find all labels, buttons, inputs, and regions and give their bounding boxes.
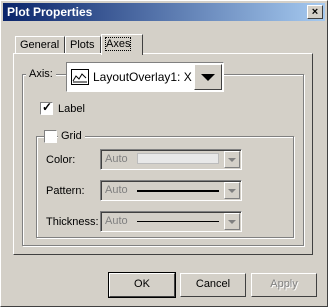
tab-general[interactable]: General	[15, 36, 65, 54]
cancel-button[interactable]: Cancel	[180, 273, 246, 297]
check-icon: ✓	[42, 100, 53, 114]
color-swatch	[137, 153, 219, 164]
grid-color-value: Auto	[105, 153, 128, 165]
axis-select[interactable]: LayoutOverlay1: X	[66, 62, 224, 92]
grid-color-dropdown[interactable]	[224, 151, 240, 168]
grid-thickness-select[interactable]: Auto	[100, 211, 242, 232]
tab-plots-label: Plots	[70, 39, 95, 51]
axes-tab-panel: Axis: LayoutOverlay1: X ✓ Label Grid Col…	[13, 53, 313, 255]
color-label: Color:	[46, 154, 76, 166]
chevron-down-icon	[201, 74, 215, 81]
tab-plots[interactable]: Plots	[65, 36, 101, 54]
chevron-down-icon	[228, 158, 236, 162]
pattern-label: Pattern:	[46, 185, 85, 197]
axis-select-value: LayoutOverlay1: X	[93, 70, 192, 84]
pattern-sample	[137, 190, 219, 192]
grid-checkbox-label: Grid	[58, 130, 85, 142]
grid-pattern-select[interactable]: Auto	[100, 180, 242, 201]
title-bar[interactable]: Plot Properties ×	[3, 3, 325, 21]
thickness-sample	[137, 221, 219, 222]
grid-checkbox[interactable]	[44, 130, 57, 143]
tab-general-label: General	[20, 39, 60, 51]
ok-button[interactable]: OK	[108, 272, 176, 298]
grid-thickness-value: Auto	[105, 215, 128, 227]
grid-thickness-dropdown[interactable]	[224, 213, 240, 230]
label-checkbox-label: Label	[58, 103, 85, 115]
tab-axes[interactable]: Axes	[101, 34, 143, 55]
thickness-label: Thickness:	[46, 216, 99, 228]
axis-dropdown-button[interactable]	[194, 64, 222, 90]
window-title: Plot Properties	[7, 5, 93, 19]
grid-pattern-value: Auto	[105, 184, 128, 196]
grid-pattern-dropdown[interactable]	[224, 182, 240, 199]
tab-axes-label: Axes	[104, 37, 132, 51]
label-checkbox[interactable]: ✓	[40, 100, 53, 115]
chevron-down-icon	[228, 220, 236, 224]
grid-color-select[interactable]: Auto	[100, 149, 242, 170]
close-button[interactable]: ×	[307, 5, 323, 19]
close-icon: ×	[311, 6, 319, 18]
chevron-down-icon	[228, 189, 236, 193]
apply-button[interactable]: Apply	[251, 273, 317, 297]
plot-properties-dialog: Plot Properties × General Plots Axes Axi…	[0, 0, 328, 307]
axis-label: Axis:	[26, 68, 56, 80]
line-plot-icon	[71, 69, 89, 85]
